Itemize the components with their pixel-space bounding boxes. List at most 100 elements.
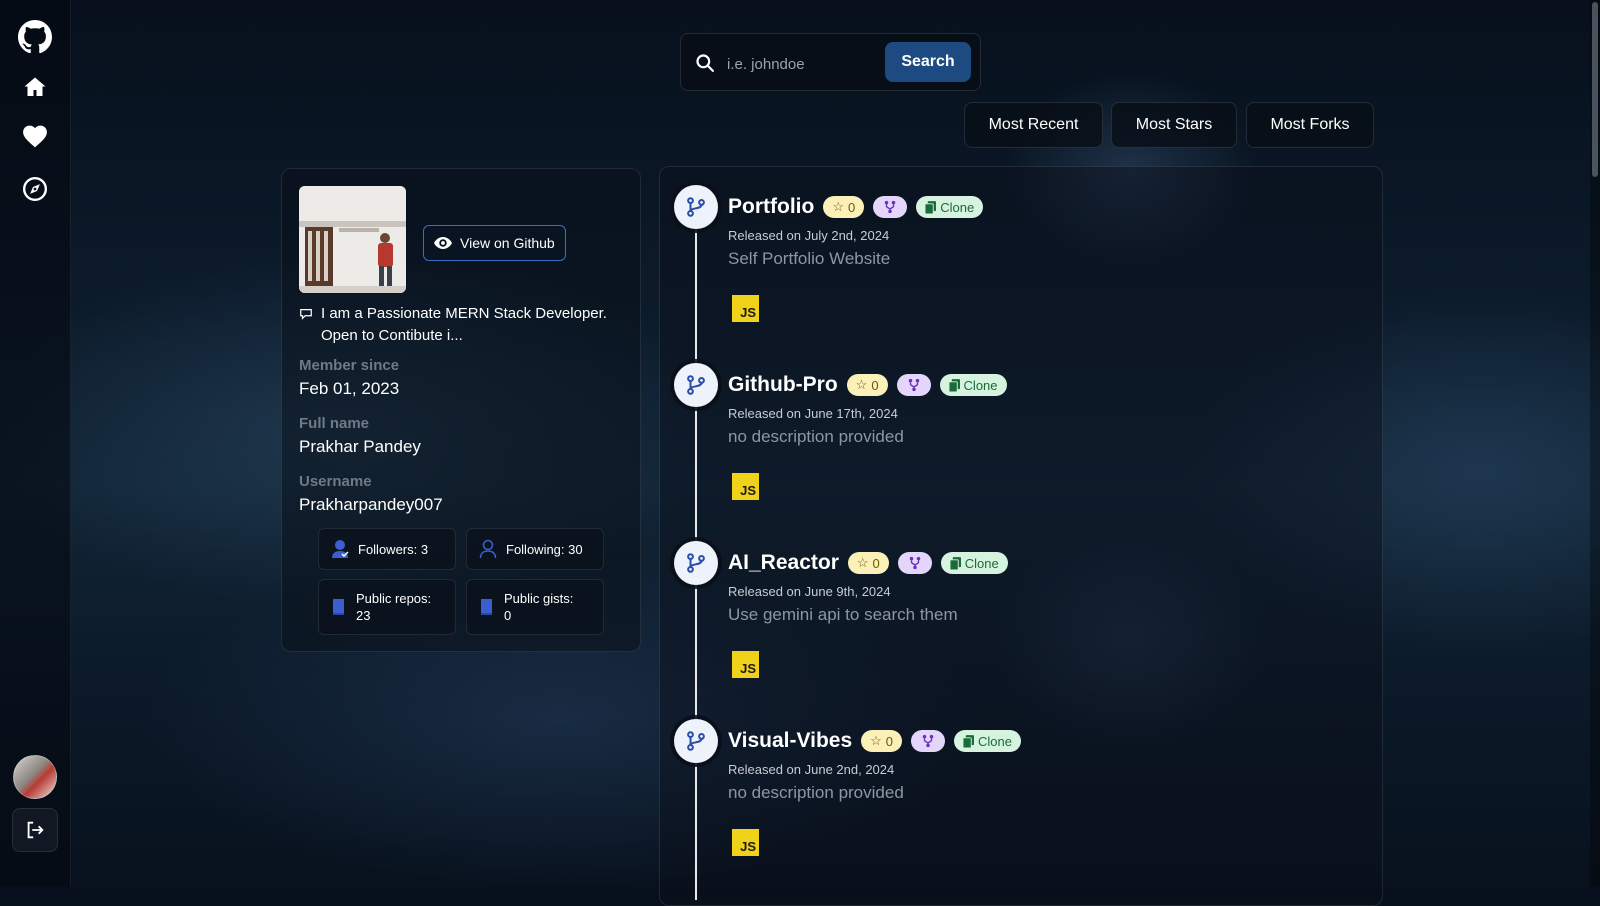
release-date: Released on July 2nd, 2024: [728, 228, 890, 243]
clone-button[interactable]: Clone: [940, 552, 1008, 574]
username-label: Username: [299, 473, 372, 490]
star-icon: ☆: [832, 199, 844, 214]
repo-name-link[interactable]: Github-Pro: [728, 373, 838, 397]
github-logo-icon[interactable]: [18, 20, 52, 54]
member-since-value: Feb 01, 2023: [299, 379, 400, 398]
public-gists-stat: Public gists: 0: [466, 579, 604, 635]
bio-line-2: Open to Contibute i...: [321, 327, 463, 344]
clone-button[interactable]: Clone: [916, 196, 984, 218]
copy-icon: [963, 734, 975, 748]
release-date: Released on June 2nd, 2024: [728, 762, 895, 777]
member-since-label: Member since: [299, 357, 400, 374]
sidebar: [0, 0, 71, 887]
followers-label: Followers: 3: [358, 541, 429, 557]
speech-bubble-icon: [300, 309, 312, 320]
forks-badge: [911, 730, 946, 752]
fork-icon: [922, 734, 934, 748]
stars-badge: ☆ 0: [823, 196, 865, 218]
compass-icon[interactable]: [18, 172, 52, 206]
view-on-github-button[interactable]: View on Github: [423, 225, 566, 261]
full-name-label: Full name: [299, 415, 370, 432]
scrollbar[interactable]: [1590, 0, 1600, 887]
stars-count: 0: [885, 733, 894, 749]
repo-description: no description provided: [728, 427, 904, 446]
clone-button[interactable]: Clone: [954, 730, 1021, 752]
sort-most-forks-button[interactable]: Most Forks: [1246, 102, 1374, 148]
repo-name-link[interactable]: Visual-Vibes: [728, 729, 852, 753]
public-repos-count: 23: [356, 608, 371, 623]
javascript-icon: JS: [732, 829, 759, 856]
avatar[interactable]: [13, 755, 57, 799]
stars-badge: ☆ 0: [846, 374, 888, 396]
repo-description: no description provided: [728, 783, 904, 802]
search-input[interactable]: [725, 48, 879, 80]
search-icon: [695, 53, 715, 78]
copy-icon: [925, 200, 937, 214]
clone-label: Clone: [940, 199, 975, 215]
clone-label: Clone: [963, 377, 998, 393]
git-branch-icon: [674, 363, 718, 407]
repo-item: Portfolio ☆ 0 Clone Released on July 2nd,…: [674, 185, 1374, 355]
scrollbar-thumb[interactable]: [1592, 2, 1598, 177]
repo-name-link[interactable]: Portfolio: [728, 195, 814, 219]
bio: I am a Passionate MERN Stack Developer. …: [299, 303, 629, 347]
release-date: Released on June 9th, 2024: [728, 584, 891, 599]
logout-icon: [27, 821, 44, 839]
release-date: Released on June 17th, 2024: [728, 406, 898, 421]
search-button[interactable]: Search: [885, 42, 971, 82]
following-stat: Following: 30: [466, 528, 604, 570]
copy-icon: [949, 556, 961, 570]
repo-item: Visual-Vibes ☆ 0 Clone Released on June 2…: [674, 719, 1374, 889]
bio-line-1: I am a Passionate MERN Stack Developer.: [321, 305, 607, 322]
forks-badge: [873, 196, 908, 218]
user-outline-icon: [479, 539, 497, 559]
fork-icon: [884, 200, 896, 214]
repo-item: Github-Pro ☆ 0 Clone Released on June 17t…: [674, 363, 1374, 533]
javascript-icon: JS: [732, 651, 759, 678]
public-gists-count: 0: [504, 608, 512, 623]
fork-icon: [908, 378, 919, 392]
username-value: Prakharpandey007: [299, 495, 443, 514]
git-branch-icon: [674, 719, 718, 763]
repo-description: Self Portfolio Website: [728, 249, 891, 268]
view-on-github-label: View on Github: [460, 235, 555, 251]
star-icon: ☆: [870, 733, 882, 748]
repo-name-link[interactable]: AI_Reactor: [728, 551, 839, 575]
book-icon: [481, 599, 492, 615]
book-icon: [333, 599, 344, 615]
user-icon: [332, 540, 349, 558]
javascript-icon: JS: [732, 295, 759, 322]
repo-description: Use gemini api to search them: [728, 605, 958, 624]
clone-label: Clone: [964, 555, 999, 571]
profile-card: View on Github I am a Passionate MERN St…: [281, 168, 641, 652]
public-repos-stat: Public repos: 23: [318, 579, 456, 635]
fork-icon: [909, 556, 921, 570]
followers-stat: Followers: 3: [318, 528, 456, 570]
stars-badge: ☆ 0: [861, 730, 903, 752]
stars-badge: ☆ 0: [847, 552, 889, 574]
git-branch-icon: [674, 185, 718, 229]
public-repos-label: Public repos:: [356, 591, 432, 606]
javascript-icon: JS: [732, 473, 759, 500]
following-label: Following: 30: [506, 541, 583, 557]
stars-count: 0: [847, 199, 856, 215]
copy-icon: [948, 378, 960, 392]
home-icon[interactable]: [18, 70, 52, 104]
public-gists-label: Public gists:: [504, 591, 574, 606]
repo-item: AI_Reactor ☆ 0 Clone Released on June 9th…: [674, 541, 1374, 711]
sort-most-stars-button[interactable]: Most Stars: [1111, 102, 1237, 148]
sort-most-recent-button[interactable]: Most Recent: [964, 102, 1103, 148]
logout-button[interactable]: [12, 808, 58, 852]
heart-icon[interactable]: [18, 119, 52, 153]
clone-label: Clone: [978, 733, 1012, 749]
full-name-value: Prakhar Pandey: [299, 437, 421, 456]
search-bar: Search: [680, 33, 981, 91]
profile-photo: [299, 186, 406, 293]
clone-button[interactable]: Clone: [939, 374, 1007, 396]
forks-badge: [896, 374, 931, 396]
star-icon: ☆: [855, 377, 868, 392]
star-icon: ☆: [856, 555, 869, 570]
eye-icon: [434, 237, 452, 249]
git-branch-icon: [674, 541, 718, 585]
forks-badge: [897, 552, 932, 574]
